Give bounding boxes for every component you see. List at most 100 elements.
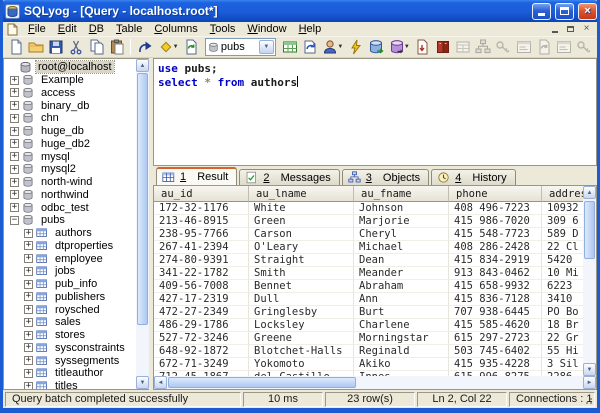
menu-columns[interactable]: Columns — [148, 22, 203, 36]
grid-cell[interactable]: Reginald — [354, 345, 449, 358]
tree-item-pub-info[interactable]: +pub_info — [4, 278, 136, 291]
grid-cell[interactable]: O'Leary — [249, 241, 354, 254]
tree-item-north-wind[interactable]: +north-wind — [4, 176, 136, 189]
grid-cell[interactable]: 238-95-7766 — [154, 228, 249, 241]
grid-cell[interactable]: 55 Hi — [542, 345, 583, 358]
open-file-button[interactable] — [26, 38, 45, 57]
chevron-down-icon[interactable]: ▼ — [259, 40, 274, 54]
grid-cell[interactable]: 615 297-2723 — [449, 332, 542, 345]
grid-cell[interactable]: 18 Br — [542, 319, 583, 332]
chevron-down-icon[interactable]: ▼ — [173, 44, 179, 50]
scroll-right-icon[interactable]: ► — [583, 376, 596, 389]
tree-item-employee[interactable]: +employee — [4, 252, 136, 265]
tree-item-chn[interactable]: +chn — [4, 112, 136, 125]
grid-cell[interactable]: Carson — [249, 228, 354, 241]
grid-cell[interactable]: Yokomoto — [249, 358, 354, 371]
expand-icon[interactable]: + — [10, 203, 19, 212]
grid-vscroll-track[interactable] — [583, 199, 596, 363]
expand-icon[interactable]: + — [24, 331, 33, 340]
expand-icon[interactable]: + — [24, 382, 33, 389]
expand-icon[interactable]: + — [10, 152, 19, 161]
copy-database-button[interactable] — [367, 38, 386, 57]
expand-icon[interactable]: + — [10, 190, 19, 199]
grid-cell[interactable]: 527-72-3246 — [154, 332, 249, 345]
chevron-down-icon[interactable]: ▼ — [337, 44, 343, 50]
grid-vscrollbar[interactable]: ▲ ▼ — [583, 186, 596, 376]
expand-icon[interactable]: + — [10, 114, 19, 123]
expand-icon[interactable]: + — [24, 356, 33, 365]
sql-editor[interactable]: use pubs;select * from authors — [153, 58, 597, 166]
grid-cell[interactable]: Johnson — [354, 202, 449, 215]
grid-cell[interactable]: Gringlesby — [249, 306, 354, 319]
expand-icon[interactable]: + — [10, 139, 19, 148]
tree-item-mysql2[interactable]: +mysql2 — [4, 163, 136, 176]
grid-cell[interactable]: 341-22-1782 — [154, 267, 249, 280]
grid-cell[interactable]: 22 Cl — [542, 241, 583, 254]
grid-cell[interactable]: 267-41-2394 — [154, 241, 249, 254]
expand-icon[interactable]: + — [24, 343, 33, 352]
export-database-button[interactable]: ▼ — [387, 38, 412, 57]
expand-icon[interactable]: + — [24, 267, 33, 276]
grid-cell[interactable]: 213-46-8915 — [154, 215, 249, 228]
grid-cell[interactable]: 415 986-7020 — [449, 215, 542, 228]
expand-icon[interactable]: + — [24, 369, 33, 378]
expand-icon[interactable]: + — [24, 305, 33, 314]
column-header-address[interactable]: address — [542, 186, 583, 202]
mdi-minimize-button[interactable] — [548, 23, 561, 35]
grid-cell[interactable]: Smith — [249, 267, 354, 280]
mdi-restore-button[interactable] — [564, 23, 577, 35]
menu-tools[interactable]: Tools — [204, 22, 242, 36]
menu-table[interactable]: Table — [110, 22, 148, 36]
grid-cell[interactable]: 3410 — [542, 293, 583, 306]
tree-item-dtproperties[interactable]: +dtproperties — [4, 240, 136, 253]
grid-cell[interactable]: White — [249, 202, 354, 215]
user-manager-button[interactable]: ▼ — [320, 38, 345, 57]
tree-item-jobs[interactable]: +jobs — [4, 265, 136, 278]
grid-cell[interactable]: Akiko — [354, 358, 449, 371]
grid-cell[interactable]: 503 745-6402 — [449, 345, 542, 358]
scroll-left-icon[interactable]: ◄ — [154, 376, 167, 389]
tree-item-syssegments[interactable]: +syssegments — [4, 354, 136, 367]
tree-item-mysql[interactable]: +mysql — [4, 150, 136, 163]
expand-icon[interactable]: + — [10, 88, 19, 97]
grid-cell[interactable]: Locksley — [249, 319, 354, 332]
grid-cell[interactable]: 672-71-3249 — [154, 358, 249, 371]
expand-icon[interactable]: + — [10, 76, 19, 85]
tree-item-roysched[interactable]: +roysched — [4, 303, 136, 316]
menu-window[interactable]: Window — [241, 22, 292, 36]
menu-edit[interactable]: Edit — [52, 22, 83, 36]
tree-item-huge-db2[interactable]: +huge_db2 — [4, 138, 136, 151]
grid-cell[interactable]: Ann — [354, 293, 449, 306]
grid-cell[interactable]: Straight — [249, 254, 354, 267]
grid-cell[interactable]: Dull — [249, 293, 354, 306]
expand-icon[interactable]: + — [24, 229, 33, 238]
grid-cell[interactable]: 427-17-2319 — [154, 293, 249, 306]
grid-cell[interactable]: 309 6 — [542, 215, 583, 228]
grid-cell[interactable]: 409-56-7008 — [154, 280, 249, 293]
grid-cell[interactable]: 6223 — [542, 280, 583, 293]
grid-cell[interactable]: 472-27-2349 — [154, 306, 249, 319]
tree-item-stores[interactable]: +stores — [4, 329, 136, 342]
refresh-query-button[interactable] — [182, 38, 201, 57]
tab-result[interactable]: 1 Result — [156, 167, 237, 185]
tab-history[interactable]: 4 History — [431, 169, 515, 185]
expand-icon[interactable]: + — [24, 292, 33, 301]
grid-cell[interactable]: 22 Gr — [542, 332, 583, 345]
tree-scrollbar[interactable]: ▲ ▼ — [136, 59, 149, 389]
grid-cell[interactable]: 274-80-9391 — [154, 254, 249, 267]
mdi-close-button[interactable]: × — [580, 23, 593, 35]
tree-item-binary-db[interactable]: +binary_db — [4, 99, 136, 112]
grid-cell[interactable]: 10 Mi — [542, 267, 583, 280]
cut-button[interactable] — [67, 38, 86, 57]
scroll-down-icon[interactable]: ▼ — [136, 376, 149, 389]
grid-cell[interactable]: 172-32-1176 — [154, 202, 249, 215]
tree-scroll-thumb[interactable] — [137, 73, 148, 325]
copy-button[interactable] — [87, 38, 106, 57]
expand-icon[interactable]: + — [24, 280, 33, 289]
execute-options-button[interactable]: ▼ — [156, 38, 181, 57]
tree-item-root-localhost[interactable]: root@localhost — [4, 61, 136, 74]
new-query-button[interactable] — [6, 38, 25, 57]
grid-cell[interactable]: Morningstar — [354, 332, 449, 345]
grid-cell[interactable]: Michael — [354, 241, 449, 254]
grid-cell[interactable]: Cheryl — [354, 228, 449, 241]
